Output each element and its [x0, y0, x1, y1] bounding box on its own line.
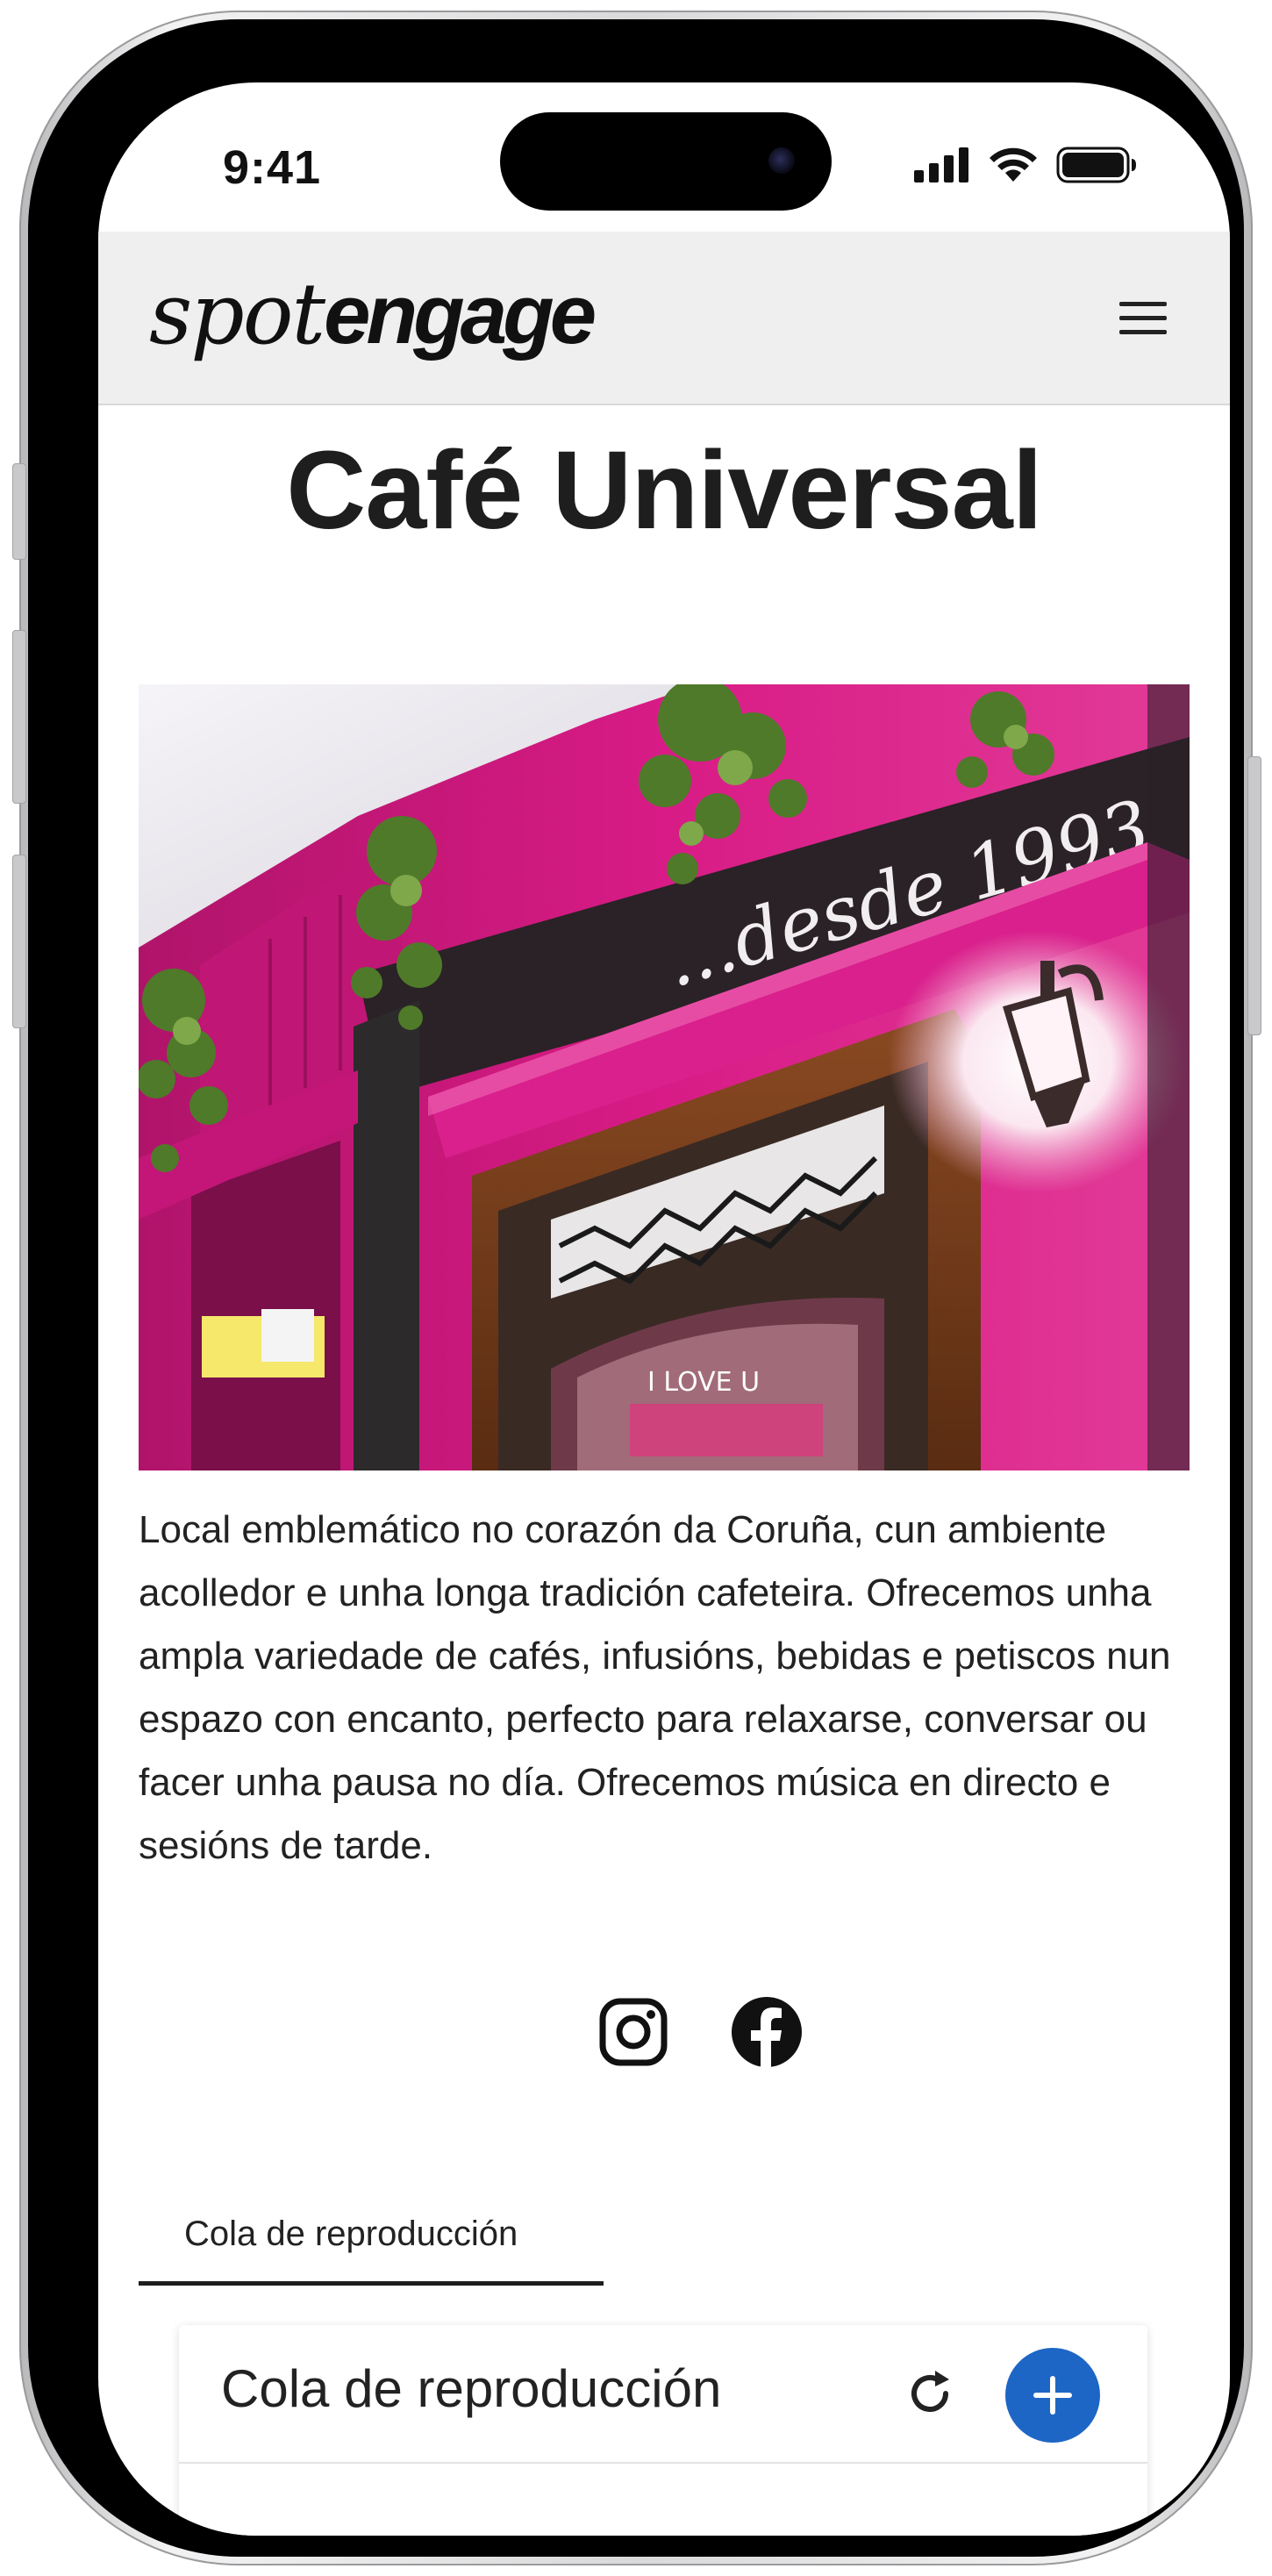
action-button — [12, 463, 26, 560]
add-to-queue-button[interactable] — [1005, 2348, 1100, 2443]
facebook-icon[interactable] — [730, 1995, 804, 2069]
spotengage-logo[interactable]: spotengage — [149, 265, 597, 363]
instagram-icon[interactable] — [597, 1995, 670, 2069]
status-icons — [914, 146, 1137, 184]
status-time: 9:41 — [223, 141, 322, 194]
hamburger-menu-icon[interactable] — [1114, 295, 1172, 342]
logo-part-spot: spot — [149, 265, 325, 363]
volume-up-button — [12, 630, 26, 804]
site-header: spotengage — [98, 232, 1230, 405]
volume-down-button — [12, 855, 26, 1028]
front-camera-icon — [768, 147, 795, 174]
plus-icon — [1033, 2376, 1072, 2415]
signal-icon — [914, 147, 968, 182]
queue-divider — [179, 2462, 1147, 2464]
dynamic-island — [500, 112, 832, 211]
queue-title: Cola de reproducción — [221, 2359, 722, 2418]
svg-text:I LOVE U: I LOVE U — [647, 1367, 760, 1398]
page-title: Café Universal — [286, 428, 1042, 552]
refresh-icon[interactable] — [904, 2367, 956, 2420]
screen: 9:41 spotengage Café Universal ...desde … — [98, 82, 1230, 2536]
tab-cola-de-reproduccion[interactable]: Cola de reproducción — [139, 2207, 604, 2286]
logo-part-engage: engage — [324, 268, 597, 361]
wifi-icon — [990, 147, 1037, 182]
tab-label: Cola de reproducción — [184, 2215, 518, 2253]
venue-photo: ...desde 1993 I LOVE U — [139, 684, 1190, 1470]
battery-icon — [1056, 147, 1136, 183]
social-links — [98, 1995, 1230, 2071]
phone-bezel: 9:41 spotengage Café Universal ...desde … — [28, 19, 1244, 2557]
queue-card: Cola de reproducción — [179, 2325, 1147, 2536]
power-button — [1247, 756, 1261, 1035]
venue-description: Local emblemático no corazón da Coruña, … — [139, 1508, 1171, 1867]
